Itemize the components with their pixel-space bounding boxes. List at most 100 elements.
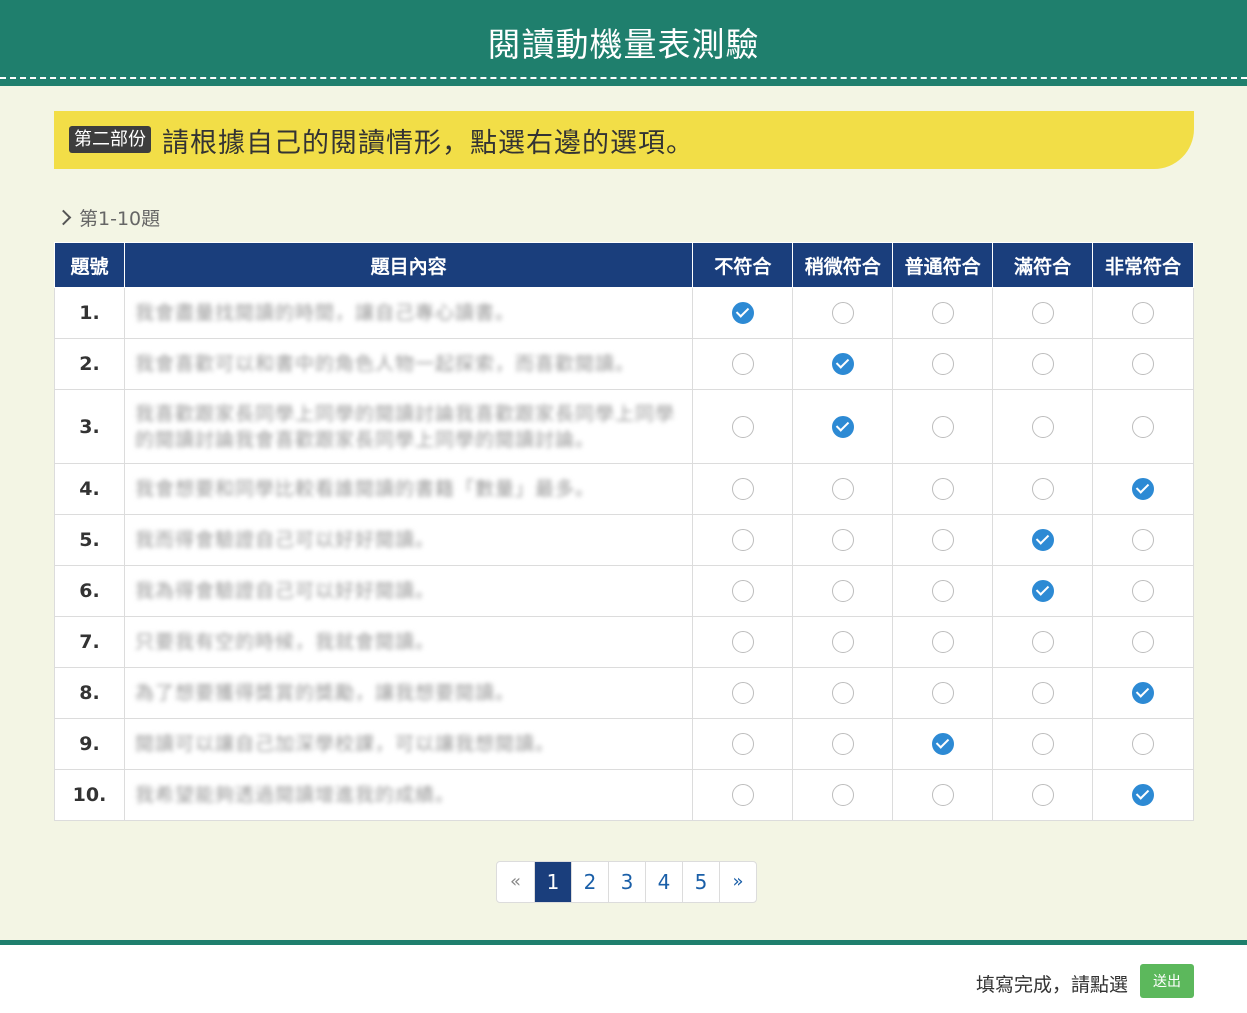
radio-button[interactable] — [1031, 784, 1054, 806]
radio-checked-icon[interactable] — [731, 302, 754, 324]
option-cell — [992, 287, 1094, 339]
radio-button[interactable] — [831, 784, 854, 806]
radio-button[interactable] — [731, 478, 754, 500]
radio-button[interactable] — [1031, 682, 1054, 704]
page-title: 閱讀動機量表測驗 — [487, 25, 760, 64]
table-row: 1. 我會盡量找閱讀的時間，讓自己專心讀書。 — [54, 287, 1194, 339]
option-cell — [792, 338, 894, 390]
radio-checked-icon[interactable] — [831, 415, 854, 438]
radio-button[interactable] — [1031, 631, 1054, 653]
pagination-prev[interactable]: « — [497, 862, 534, 902]
option-cell — [792, 718, 894, 770]
radio-button[interactable] — [731, 580, 754, 602]
radio-checked-icon[interactable] — [831, 353, 854, 375]
option-cell — [892, 287, 994, 339]
question-text: 閱讀可以讓自己加深學校課，可以讓我想閱讀。 — [134, 733, 555, 755]
radio-button[interactable] — [1031, 733, 1054, 755]
radio-button[interactable] — [931, 682, 954, 704]
radio-button[interactable] — [831, 631, 854, 653]
section-heading: 第1-10題 — [55, 204, 161, 231]
radio-button[interactable] — [1132, 580, 1155, 602]
option-cell — [892, 389, 994, 464]
radio-button[interactable] — [931, 353, 954, 375]
option-cell — [1092, 389, 1194, 464]
radio-button[interactable] — [931, 784, 954, 806]
radio-checked-icon[interactable] — [1132, 682, 1155, 704]
completion-text: 填寫完成，請點選 — [976, 974, 1129, 996]
option-cell — [992, 565, 1094, 617]
option-cell — [692, 338, 794, 390]
table-row: 2. 我會喜歡可以和書中的角色人物一起探索，而喜歡閱讀。 — [54, 338, 1194, 390]
option-cell — [1092, 718, 1194, 770]
option-cell — [692, 287, 794, 339]
radio-button[interactable] — [1031, 478, 1054, 500]
radio-checked-icon[interactable] — [1031, 529, 1054, 551]
radio-checked-icon[interactable] — [1132, 784, 1155, 806]
question-text: 只要我有空的時候，我就會閱讀。 — [134, 631, 435, 653]
option-cell — [992, 463, 1094, 515]
radio-button[interactable] — [931, 478, 954, 500]
column-header: 題號 — [54, 242, 125, 288]
radio-button[interactable] — [831, 682, 854, 704]
option-cell — [792, 287, 894, 339]
question-text: 為了想要獲得獎賞的獎勵，讓我想要閱讀。 — [134, 682, 515, 704]
radio-checked-icon[interactable] — [1031, 580, 1054, 602]
radio-button[interactable] — [831, 302, 854, 324]
question-cell: 我會想要和同學比較看誰閱讀的書籍「數量」最多。 — [123, 463, 694, 515]
radio-button[interactable] — [731, 353, 754, 375]
radio-button[interactable] — [1132, 631, 1155, 653]
radio-button[interactable] — [831, 529, 854, 551]
radio-button[interactable] — [731, 631, 754, 653]
radio-button[interactable] — [931, 580, 954, 602]
question-number: 1. — [54, 287, 125, 339]
question-cell: 我會盡量找閱讀的時間，讓自己專心讀書。 — [123, 287, 694, 339]
radio-button[interactable] — [1132, 353, 1155, 375]
option-cell — [692, 565, 794, 617]
question-text: 我會盡量找閱讀的時間，讓自己專心讀書。 — [134, 302, 515, 324]
radio-button[interactable] — [1132, 302, 1155, 324]
radio-button[interactable] — [831, 733, 854, 755]
question-text: 我希望能夠透過閱讀增進我的成績。 — [134, 784, 455, 806]
question-cell: 我會喜歡可以和書中的角色人物一起探索，而喜歡閱讀。 — [123, 338, 694, 390]
question-text: 我為得會驗證自己可以好好閱讀。 — [134, 580, 435, 602]
header-divider — [0, 77, 1247, 79]
radio-button[interactable] — [1031, 353, 1054, 375]
option-cell — [792, 565, 894, 617]
option-cell — [892, 565, 994, 617]
radio-button[interactable] — [731, 682, 754, 704]
radio-button[interactable] — [1031, 302, 1054, 324]
radio-button[interactable] — [1132, 415, 1155, 438]
question-cell: 我而得會驗證自己可以好好閱讀。 — [123, 514, 694, 566]
radio-button[interactable] — [931, 415, 954, 438]
pagination-page[interactable]: 1 — [534, 862, 571, 902]
radio-button[interactable] — [1031, 415, 1054, 438]
radio-button[interactable] — [831, 478, 854, 500]
radio-button[interactable] — [931, 302, 954, 324]
radio-button[interactable] — [731, 529, 754, 551]
question-text: 我喜歡跟家長同學上同學的閱讀討論我喜歡跟家長同學上同學的閱讀討論我會喜歡跟家長同… — [134, 402, 675, 451]
radio-button[interactable] — [731, 733, 754, 755]
pagination-page[interactable]: 2 — [571, 862, 608, 902]
pagination-page[interactable]: 5 — [682, 862, 719, 902]
question-cell: 我希望能夠透過閱讀增進我的成績。 — [123, 769, 694, 821]
section-label: 第1-10題 — [79, 208, 161, 230]
radio-checked-icon[interactable] — [1132, 478, 1155, 500]
footer-bar: 填寫完成，請點選 送出 — [0, 940, 1247, 1013]
radio-button[interactable] — [731, 784, 754, 806]
pagination-next[interactable]: » — [719, 862, 756, 902]
pagination-page[interactable]: 3 — [608, 862, 645, 902]
radio-button[interactable] — [1132, 529, 1155, 551]
radio-button[interactable] — [731, 415, 754, 438]
option-cell — [992, 667, 1094, 719]
radio-button[interactable] — [931, 529, 954, 551]
radio-button[interactable] — [931, 631, 954, 653]
submit-button[interactable]: 送出 — [1140, 964, 1194, 998]
pagination-page[interactable]: 4 — [645, 862, 682, 902]
radio-button[interactable] — [831, 580, 854, 602]
table-row: 4. 我會想要和同學比較看誰閱讀的書籍「數量」最多。 — [54, 463, 1194, 515]
option-cell — [1092, 616, 1194, 668]
radio-button[interactable] — [1132, 733, 1155, 755]
chevron-right-icon — [55, 209, 72, 226]
option-cell — [992, 616, 1094, 668]
radio-checked-icon[interactable] — [931, 733, 954, 755]
